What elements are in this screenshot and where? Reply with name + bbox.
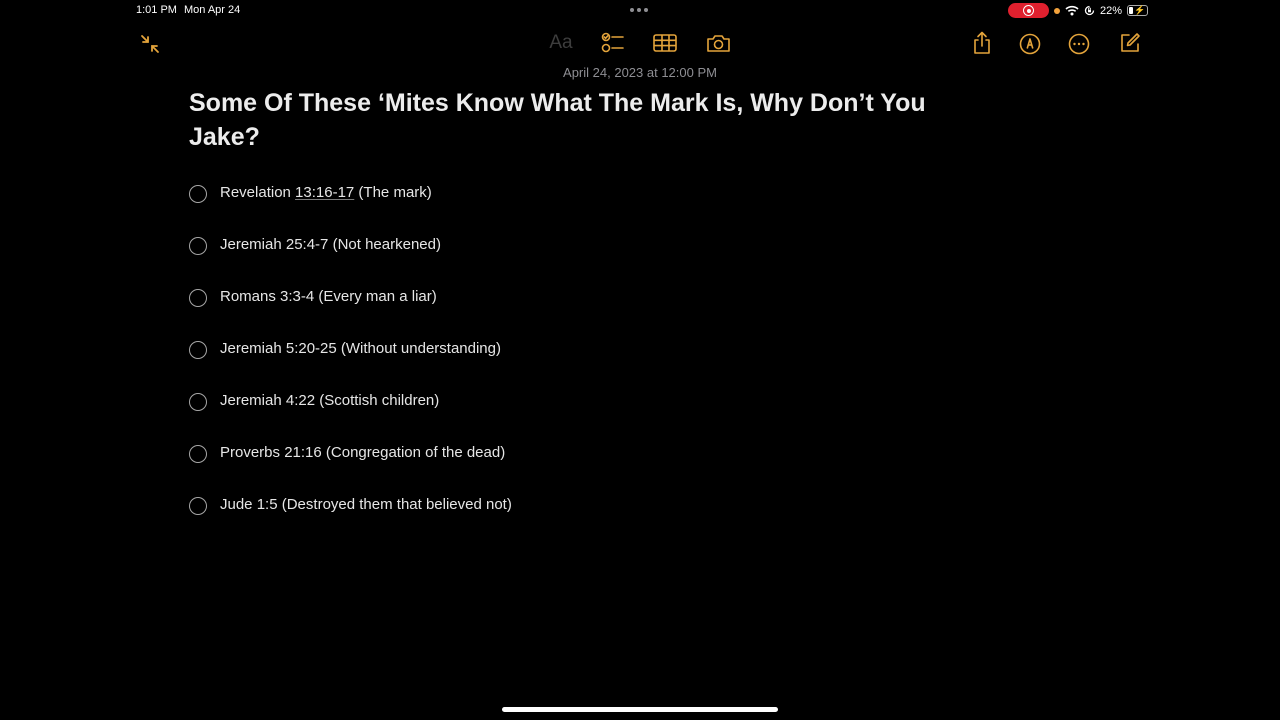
compose-icon[interactable]	[1118, 31, 1141, 54]
mic-indicator-icon	[1054, 7, 1060, 14]
checklist-item-reference: 21:16	[284, 444, 322, 461]
checklist-item-reference: 4:22	[285, 392, 316, 409]
checklist-item-book: Jude	[220, 496, 257, 513]
checklist-item-reference: 25:4-7	[285, 236, 329, 253]
checkbox-circle-icon[interactable]	[189, 497, 207, 515]
checkbox-circle-icon[interactable]	[189, 393, 207, 411]
checklist-item-text[interactable]: Revelation 13:16-17 (The mark)	[220, 182, 432, 204]
checklist-item[interactable]: Romans 3:3-4 (Every man a liar)	[189, 286, 512, 338]
checklist-item[interactable]: Revelation 13:16-17 (The mark)	[189, 182, 512, 234]
checklist-item-book: Proverbs	[220, 444, 285, 461]
checklist-item-book: Jeremiah	[220, 340, 286, 357]
checkbox-circle-icon[interactable]	[189, 289, 207, 307]
checklist-item-text[interactable]: Jeremiah 25:4-7 (Not hearkened)	[220, 234, 441, 256]
wifi-icon	[1065, 5, 1079, 16]
checklist: Revelation 13:16-17 (The mark) Jeremiah 2…	[189, 182, 512, 546]
orientation-lock-icon	[1084, 5, 1095, 16]
collapse-icon[interactable]	[138, 32, 162, 56]
multitasking-handle[interactable]	[630, 8, 648, 12]
checklist-item-note: (Every man a liar)	[314, 288, 437, 305]
screen-record-icon[interactable]	[1008, 3, 1049, 18]
status-date: Mon Apr 24	[184, 4, 241, 16]
checklist-item[interactable]: Jeremiah 4:22 (Scottish children)	[189, 390, 512, 442]
checklist-item[interactable]: Jude 1:5 (Destroyed them that believed n…	[189, 494, 512, 546]
checklist-item-note: (Congregation of the dead)	[321, 444, 506, 461]
table-icon[interactable]	[653, 33, 677, 53]
battery-percent: 22%	[1100, 4, 1123, 17]
checkbox-circle-icon[interactable]	[189, 237, 207, 255]
checklist-item-text[interactable]: Romans 3:3-4 (Every man a liar)	[220, 286, 437, 308]
status-icons: 22% ⚡	[1008, 2, 1149, 19]
checkbox-circle-icon[interactable]	[189, 185, 207, 203]
checklist-item-reference: 5:20-25	[285, 340, 337, 357]
checklist-item-note: (Destroyed them that believed not)	[277, 496, 512, 513]
format-text-button[interactable]: Aa	[546, 31, 576, 55]
checklist-item-reference: 1:5	[256, 496, 278, 513]
checklist-item-note: (Not hearkened)	[328, 236, 441, 253]
checklist-item[interactable]: Jeremiah 25:4-7 (Not hearkened)	[189, 234, 512, 286]
share-icon[interactable]	[971, 31, 993, 55]
checklist-item-reference[interactable]: 13:16-17	[295, 184, 354, 201]
status-bar: 1:01 PM Mon Apr 24 22% ⚡	[0, 0, 1280, 22]
note-date: April 24, 2023 at 12:00 PM	[563, 65, 717, 80]
checklist-item-note: (The mark)	[354, 184, 432, 201]
checkbox-circle-icon[interactable]	[189, 445, 207, 463]
battery-icon: ⚡	[1127, 5, 1149, 16]
checklist-item[interactable]: Proverbs 21:16 (Congregation of the dead…	[189, 442, 512, 494]
checklist-item-book: Romans	[220, 288, 281, 305]
checklist-item-note: (Without understanding)	[336, 340, 501, 357]
checklist-item-text[interactable]: Proverbs 21:16 (Congregation of the dead…	[220, 442, 505, 464]
status-time: 1:01 PM	[136, 4, 177, 16]
checklist-item-note: (Scottish children)	[315, 392, 440, 409]
checklist-item-reference: 3:3-4	[280, 288, 315, 305]
markup-pen-icon[interactable]	[1018, 32, 1041, 55]
more-icon[interactable]	[1067, 32, 1090, 55]
checkbox-circle-icon[interactable]	[189, 341, 207, 359]
checklist-item[interactable]: Jeremiah 5:20-25 (Without understanding)	[189, 338, 512, 390]
checklist-item-book: Revelation	[220, 184, 296, 201]
home-indicator[interactable]	[502, 707, 778, 712]
checklist-item-text[interactable]: Jude 1:5 (Destroyed them that believed n…	[220, 494, 512, 516]
checklist-item-text[interactable]: Jeremiah 5:20-25 (Without understanding)	[220, 338, 501, 360]
checklist-item-book: Jeremiah	[220, 236, 286, 253]
checklist-item-book: Jeremiah	[220, 392, 286, 409]
checklist-icon[interactable]	[601, 32, 625, 54]
note-title[interactable]: Some Of These ‘Mites Know What The Mark …	[189, 86, 979, 154]
checklist-item-text[interactable]: Jeremiah 4:22 (Scottish children)	[220, 390, 439, 412]
camera-icon[interactable]	[706, 32, 731, 54]
